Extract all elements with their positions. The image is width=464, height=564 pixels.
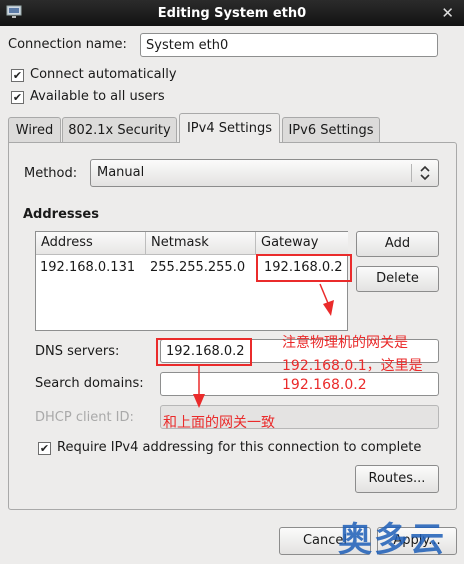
annotation-note-line-2: 192.168.0.1，这里是 [282,358,423,374]
annotation-note-line-3: 192.168.0.2 [282,377,367,393]
watermark: 奥多云 [338,520,446,560]
annotation-note-2: 和上面的网关一致 [163,415,275,431]
arrow-down-icon [193,366,205,408]
tab-ipv4-settings[interactable]: IPv4 Settings [179,113,280,143]
annotation-arrows [193,283,334,408]
annotation-note-line-1: 注意物理机的网关是 [282,335,408,351]
arrow-down-icon [319,283,334,316]
